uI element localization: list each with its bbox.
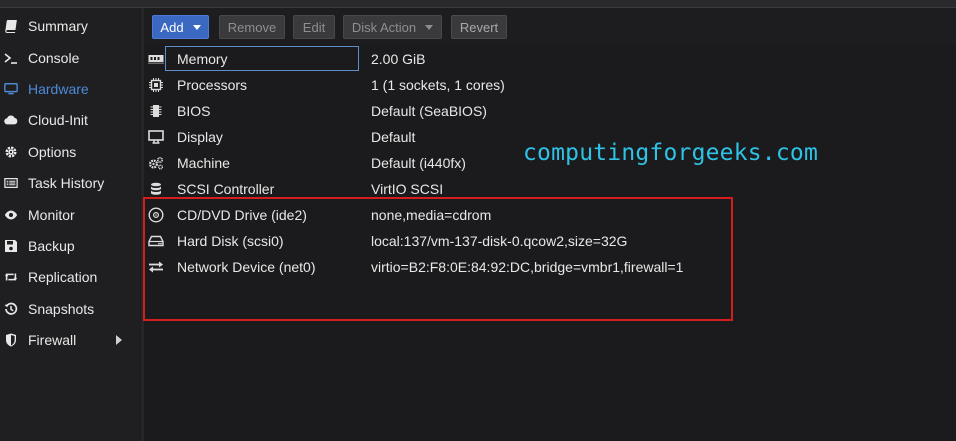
table-row[interactable]: Processors 1 (1 sockets, 1 cores) [144, 72, 956, 98]
hardware-value: Default [371, 129, 416, 145]
hardware-name: Display [177, 129, 223, 145]
history-icon [4, 302, 18, 316]
submenu-arrow-icon[interactable] [116, 335, 122, 345]
top-strip [0, 0, 956, 8]
revert-button[interactable]: Revert [451, 15, 507, 39]
remove-button[interactable]: Remove [219, 15, 285, 39]
sidebar-item-cloud-init[interactable]: Cloud-Init [0, 105, 140, 135]
edit-button-label: Edit [302, 19, 326, 35]
list-icon [4, 176, 18, 190]
hardware-name: Processors [177, 77, 248, 93]
sidebar-item-label: Task History [28, 175, 105, 191]
remove-button-label: Remove [227, 19, 277, 35]
monitor-icon [4, 82, 18, 96]
hardware-value: 1 (1 sockets, 1 cores) [371, 77, 505, 93]
chevron-down-icon [425, 24, 434, 30]
gear-icon [4, 145, 18, 159]
disk-action-button-label: Disk Action [351, 19, 417, 35]
database-icon [148, 181, 164, 197]
sidebar-item-console[interactable]: Console [0, 43, 140, 73]
hardware-name: Machine [177, 155, 230, 171]
shield-icon [4, 333, 18, 347]
sidebar-item-backup[interactable]: Backup [0, 231, 140, 261]
sidebar-item-summary[interactable]: Summary [0, 11, 140, 41]
sidebar-item-replication[interactable]: Replication [0, 262, 140, 292]
disk-action-button[interactable]: Disk Action [343, 15, 442, 39]
eye-icon [4, 208, 18, 222]
cogs-icon [148, 155, 164, 171]
hardware-value: Default (SeaBIOS) [371, 103, 487, 119]
memory-icon [148, 51, 164, 67]
hardware-value: Default (i440fx) [371, 155, 466, 171]
sidebar-item-options[interactable]: Options [0, 137, 140, 167]
table-row[interactable]: Memory 2.00 GiB [144, 46, 956, 72]
table-row[interactable]: BIOS Default (SeaBIOS) [144, 98, 956, 124]
sidebar: Summary Console Hardware Cloud-Init Opti… [0, 8, 140, 441]
sidebar-item-label: Monitor [28, 207, 75, 223]
sidebar-item-label: Hardware [28, 81, 89, 97]
edit-button[interactable]: Edit [293, 15, 335, 39]
desktop-icon [148, 129, 164, 145]
sidebar-item-monitor[interactable]: Monitor [0, 200, 140, 230]
sidebar-item-label: Cloud-Init [28, 112, 88, 128]
sidebar-item-label: Replication [28, 269, 98, 285]
sidebar-item-label: Snapshots [28, 301, 95, 317]
toolbar: Add Remove Edit Disk Action Revert [144, 8, 956, 44]
cloud-icon [4, 113, 18, 127]
hardware-value: 2.00 GiB [371, 51, 426, 67]
terminal-icon [4, 51, 18, 65]
sidebar-item-snapshots[interactable]: Snapshots [0, 294, 140, 324]
highlight-box [143, 197, 733, 321]
book-icon [4, 19, 18, 33]
hardware-name: Memory [177, 51, 228, 67]
retweet-icon [4, 270, 18, 284]
sidebar-item-label: Console [28, 50, 80, 66]
sidebar-item-firewall[interactable]: Firewall [0, 325, 140, 355]
revert-button-label: Revert [459, 19, 499, 35]
sidebar-item-label: Options [28, 144, 77, 160]
add-button[interactable]: Add [152, 15, 209, 39]
floppy-icon [4, 239, 18, 253]
chevron-down-icon [192, 24, 201, 30]
sidebar-item-task-history[interactable]: Task History [0, 168, 140, 198]
sidebar-item-hardware[interactable]: Hardware [0, 74, 140, 104]
chip-icon [148, 103, 164, 119]
sidebar-item-label: Summary [28, 18, 88, 34]
sidebar-item-label: Firewall [28, 332, 77, 348]
add-button-label: Add [160, 19, 184, 35]
hardware-name: BIOS [177, 103, 211, 119]
watermark: computingforgeeks.com [523, 140, 818, 166]
cpu-icon [148, 77, 164, 93]
sidebar-item-label: Backup [28, 238, 75, 254]
